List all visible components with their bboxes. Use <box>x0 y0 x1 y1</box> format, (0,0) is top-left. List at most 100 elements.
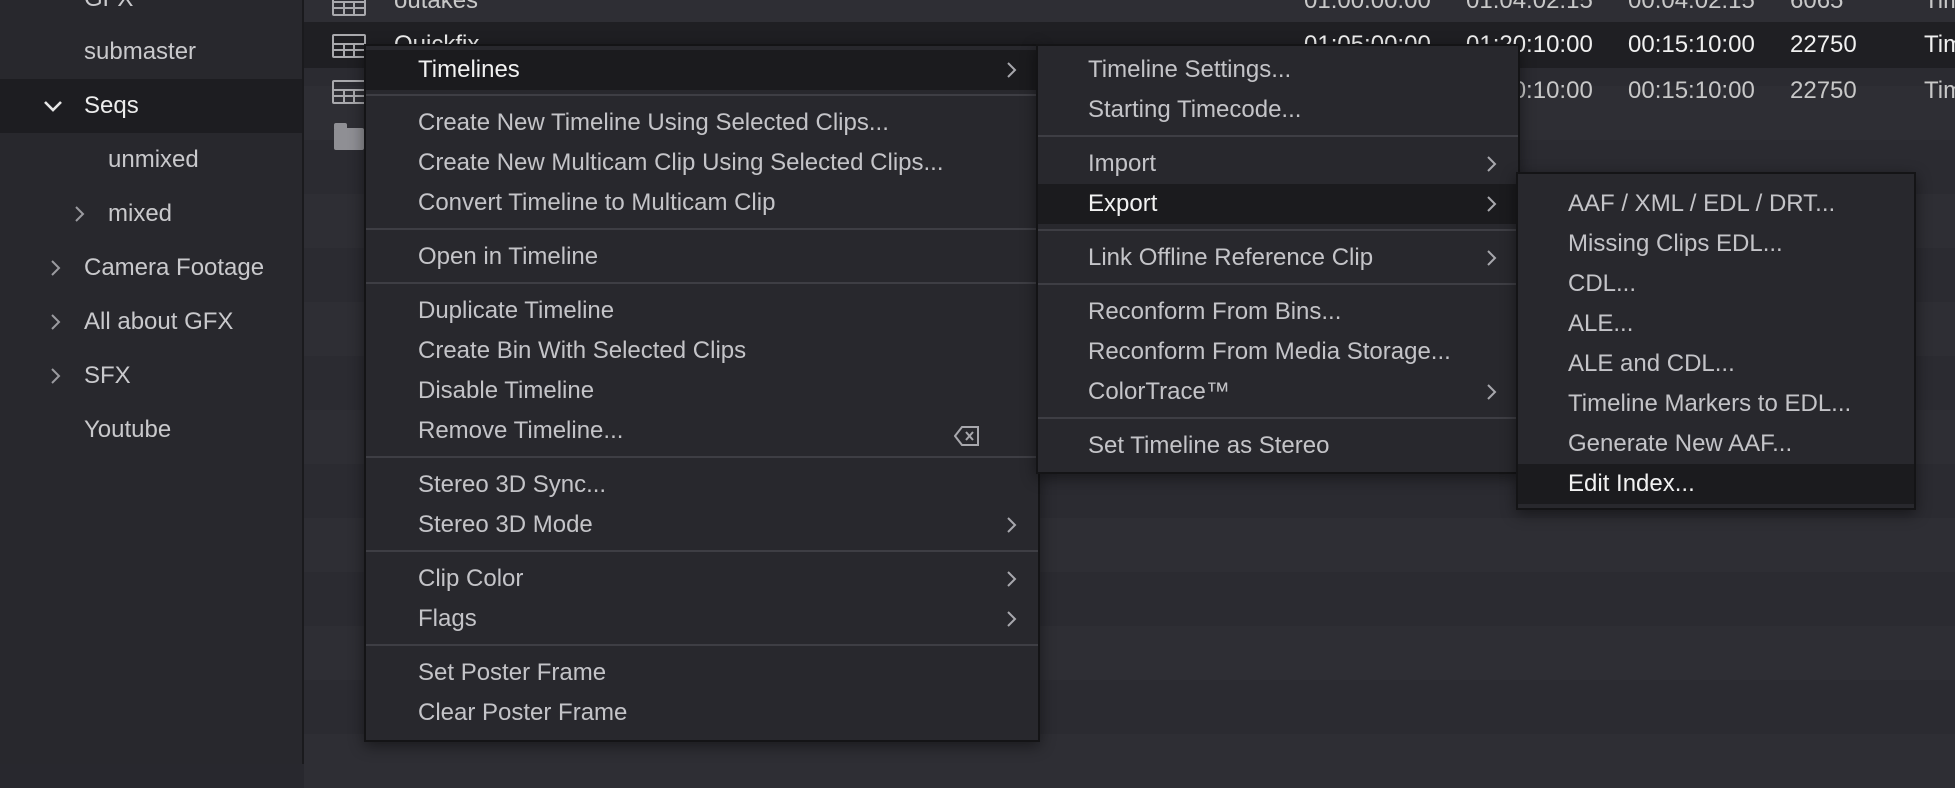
menu-item-label: ColorTrace™ <box>1088 378 1230 405</box>
menu-item-reconform-bins[interactable]: Reconform From Bins... <box>1038 292 1518 332</box>
menu-item-generate-new-aaf[interactable]: Generate New AAF... <box>1518 424 1914 464</box>
menu-item-reconform-media-storage[interactable]: Reconform From Media Storage... <box>1038 332 1518 372</box>
bin-sidebar: GFX submaster Seqs unmixed mixed Camera … <box>0 0 304 764</box>
chevron-right-icon[interactable] <box>44 311 66 333</box>
menu-item-export[interactable]: Export <box>1038 184 1518 224</box>
menu-item-label: Stereo 3D Sync... <box>418 471 607 498</box>
menu-item-label: Duplicate Timeline <box>418 297 615 324</box>
export-submenu: AAF / XML / EDL / DRT... Missing Clips E… <box>1516 172 1916 510</box>
context-menu: Timelines Create New Timeline Using Sele… <box>364 44 1040 742</box>
sidebar-item-camera-footage[interactable]: Camera Footage <box>0 241 302 295</box>
start-tc: 01:00:00:00 <box>1304 0 1431 14</box>
chevron-right-icon <box>1000 568 1022 590</box>
menu-item-import[interactable]: Import <box>1038 144 1518 184</box>
timeline-icon <box>332 34 366 58</box>
menu-item-clear-poster-frame[interactable]: Clear Poster Frame <box>366 693 1038 733</box>
menu-item-label: Set Poster Frame <box>418 659 607 686</box>
menu-separator <box>366 228 1038 230</box>
chevron-right-icon <box>1480 193 1502 215</box>
menu-item-set-timeline-stereo[interactable]: Set Timeline as Stereo <box>1038 426 1518 466</box>
delete-key-icon <box>953 420 980 446</box>
clip-type: Tim <box>1924 0 1955 14</box>
menu-item-create-new-timeline[interactable]: Create New Timeline Using Selected Clips… <box>366 103 1038 143</box>
menu-item-ale-and-cdl[interactable]: ALE and CDL... <box>1518 344 1914 384</box>
sidebar-item-sfx[interactable]: SFX <box>0 349 302 403</box>
menu-item-label: Convert Timeline to Multicam Clip <box>418 189 776 216</box>
menu-item-label: Starting Timecode... <box>1088 96 1302 123</box>
menu-item-stereo-3d-sync[interactable]: Stereo 3D Sync... <box>366 465 1038 505</box>
sidebar-item-label: GFX <box>84 0 133 26</box>
menu-item-duplicate-timeline[interactable]: Duplicate Timeline <box>366 291 1038 331</box>
sidebar-item-label: submaster <box>84 38 197 65</box>
chevron-right-icon[interactable] <box>68 203 90 225</box>
chevron-right-icon <box>1000 59 1022 81</box>
sidebar-item-mixed[interactable]: mixed <box>0 187 302 241</box>
sidebar-item-unmixed[interactable]: unmixed <box>0 133 302 187</box>
menu-item-label: CDL... <box>1568 270 1637 297</box>
sidebar-item-submaster[interactable]: submaster <box>0 25 302 79</box>
menu-item-link-offline-reference[interactable]: Link Offline Reference Clip <box>1038 238 1518 278</box>
menu-item-open-in-timeline[interactable]: Open in Timeline <box>366 237 1038 277</box>
menu-item-convert-to-multicam[interactable]: Convert Timeline to Multicam Clip <box>366 183 1038 223</box>
menu-item-edit-index[interactable]: Edit Index... <box>1518 464 1914 504</box>
menu-separator <box>366 94 1038 96</box>
menu-item-remove-timeline[interactable]: Remove Timeline... <box>366 411 1038 451</box>
menu-item-disable-timeline[interactable]: Disable Timeline <box>366 371 1038 411</box>
sidebar-item-youtube[interactable]: Youtube <box>0 403 302 457</box>
duration: 00:04:02:15 <box>1628 0 1755 14</box>
menu-item-label: Timeline Markers to EDL... <box>1568 390 1852 417</box>
menu-item-colortrace[interactable]: ColorTrace™ <box>1038 372 1518 412</box>
folder-icon <box>334 123 364 150</box>
sidebar-item-all-about-gfx[interactable]: All about GFX <box>0 295 302 349</box>
table-row[interactable]: outakes 01:00:00:00 01:04:02:15 00:04:02… <box>304 0 1955 24</box>
chevron-right-icon[interactable] <box>44 257 66 279</box>
menu-item-label: Flags <box>418 605 477 632</box>
menu-item-label: ALE and CDL... <box>1568 350 1735 377</box>
duration: 00:15:10:00 <box>1628 77 1755 104</box>
sidebar-item-gfx[interactable]: GFX <box>0 0 302 26</box>
chevron-down-icon[interactable] <box>42 95 64 117</box>
menu-item-starting-timecode[interactable]: Starting Timecode... <box>1038 90 1518 130</box>
timeline-icon <box>332 0 366 16</box>
menu-item-create-multicam[interactable]: Create New Multicam Clip Using Selected … <box>366 143 1038 183</box>
menu-item-label: Stereo 3D Mode <box>418 511 593 538</box>
menu-item-label: Missing Clips EDL... <box>1568 230 1783 257</box>
clip-name: outakes <box>394 0 479 14</box>
menu-item-label: Generate New AAF... <box>1568 430 1793 457</box>
menu-separator <box>366 282 1038 284</box>
chevron-right-icon <box>1000 608 1022 630</box>
menu-item-set-poster-frame[interactable]: Set Poster Frame <box>366 653 1038 693</box>
menu-item-timeline-markers-edl[interactable]: Timeline Markers to EDL... <box>1518 384 1914 424</box>
menu-item-label: Clear Poster Frame <box>418 699 628 726</box>
menu-item-missing-clips-edl[interactable]: Missing Clips EDL... <box>1518 224 1914 264</box>
sidebar-item-label: All about GFX <box>84 308 234 335</box>
chevron-right-icon[interactable] <box>44 365 66 387</box>
chevron-right-icon <box>1480 153 1502 175</box>
menu-item-label: Timelines <box>418 56 520 83</box>
menu-item-label: Export <box>1088 190 1158 217</box>
menu-item-label: Set Timeline as Stereo <box>1088 432 1330 459</box>
menu-item-label: Timeline Settings... <box>1088 56 1292 83</box>
menu-item-label: Create New Timeline Using Selected Clips… <box>418 109 889 136</box>
menu-item-export-aaf-xml-edl[interactable]: AAF / XML / EDL / DRT... <box>1518 184 1914 224</box>
menu-item-ale[interactable]: ALE... <box>1518 304 1914 344</box>
menu-item-cdl[interactable]: CDL... <box>1518 264 1914 304</box>
menu-item-clip-color[interactable]: Clip Color <box>366 559 1038 599</box>
menu-item-create-bin[interactable]: Create Bin With Selected Clips <box>366 331 1038 371</box>
frames: 6065 <box>1790 0 1844 14</box>
menu-item-stereo-3d-mode[interactable]: Stereo 3D Mode <box>366 505 1038 545</box>
menu-item-timelines[interactable]: Timelines <box>366 50 1038 90</box>
menu-item-flags[interactable]: Flags <box>366 599 1038 639</box>
clip-type: Tim <box>1924 77 1955 104</box>
timeline-icon <box>332 80 366 104</box>
menu-item-label: Reconform From Bins... <box>1088 298 1342 325</box>
menu-separator <box>1038 135 1518 137</box>
frames: 22750 <box>1790 77 1857 104</box>
menu-item-timeline-settings[interactable]: Timeline Settings... <box>1038 50 1518 90</box>
menu-item-label: Import <box>1088 150 1157 177</box>
menu-item-label: AAF / XML / EDL / DRT... <box>1568 190 1836 217</box>
sidebar-item-seqs[interactable]: Seqs <box>0 79 302 133</box>
row-stripe <box>304 734 1955 788</box>
menu-separator <box>1038 229 1518 231</box>
timelines-submenu: Timeline Settings... Starting Timecode..… <box>1036 44 1520 474</box>
